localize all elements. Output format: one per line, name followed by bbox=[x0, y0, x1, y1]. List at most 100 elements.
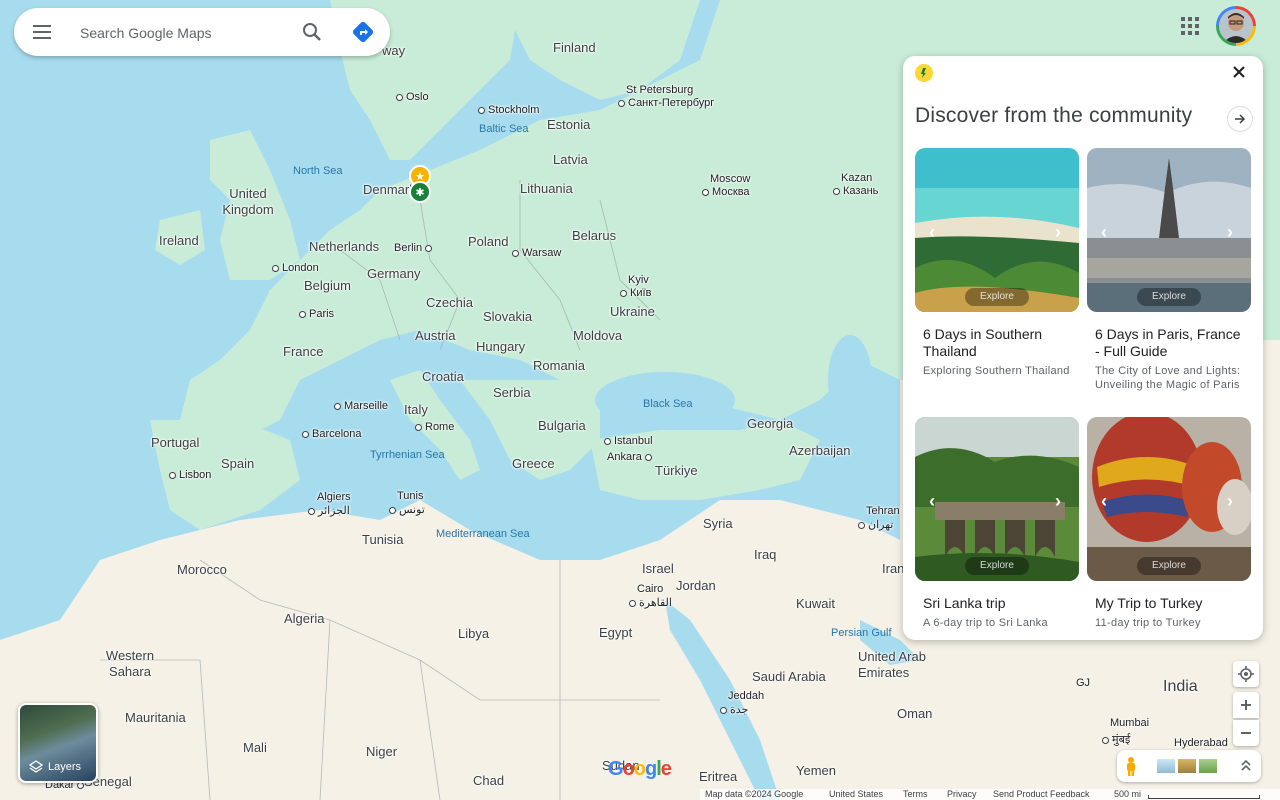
prev-image-icon[interactable]: ‹ bbox=[1101, 222, 1107, 243]
traffic-thumbnail[interactable] bbox=[1199, 759, 1217, 773]
guide-card[interactable]: ‹ › Explore 6 Days in Paris, France - Fu… bbox=[1087, 148, 1251, 392]
city-label: جدة bbox=[720, 703, 748, 716]
zoom-in-button[interactable] bbox=[1233, 692, 1259, 718]
city-label: Ankara bbox=[607, 451, 655, 463]
apps-grid-icon[interactable] bbox=[1181, 17, 1199, 35]
my-location-icon bbox=[1238, 666, 1254, 682]
close-icon[interactable] bbox=[1231, 64, 1247, 80]
panel-next-button[interactable] bbox=[1227, 106, 1253, 132]
guide-card-title: 6 Days in Paris, France - Full Guide bbox=[1095, 326, 1241, 359]
country-label: Yemen bbox=[796, 763, 836, 778]
country-label: Ireland bbox=[159, 233, 199, 248]
guide-card-title: My Trip to Turkey bbox=[1095, 595, 1203, 611]
zoom-out-button[interactable] bbox=[1233, 720, 1259, 746]
privacy-link[interactable]: Privacy bbox=[947, 789, 977, 799]
plus-icon bbox=[1241, 700, 1251, 710]
satellite-thumbnail[interactable] bbox=[1178, 759, 1196, 773]
city-label: Algiers bbox=[317, 491, 351, 503]
map-data-text: Map data ©2024 Google bbox=[705, 789, 804, 799]
country-label: Libya bbox=[458, 626, 490, 641]
next-image-icon[interactable]: › bbox=[1227, 222, 1233, 243]
country-label: Spain bbox=[221, 456, 255, 471]
country-label: Poland bbox=[468, 234, 509, 249]
prev-image-icon[interactable]: ‹ bbox=[929, 222, 935, 243]
prev-image-icon[interactable]: ‹ bbox=[929, 491, 935, 512]
terms-link[interactable]: Terms bbox=[903, 789, 928, 799]
guide-card[interactable]: ‹ › Explore Sri Lanka trip A 6-day trip … bbox=[915, 417, 1079, 630]
city-label: Oslo bbox=[396, 91, 429, 103]
city-label: Rome bbox=[415, 421, 454, 433]
scale-label[interactable]: 500 mi bbox=[1114, 789, 1141, 799]
country-label: Kuwait bbox=[796, 596, 836, 611]
country-label: Jordan bbox=[676, 578, 716, 593]
next-image-icon[interactable]: › bbox=[1227, 491, 1233, 512]
city-label: Казань bbox=[833, 185, 878, 197]
city-label: Warsaw bbox=[512, 247, 561, 259]
city-label: الجزائر bbox=[308, 504, 350, 517]
country-label: Saudi Arabia bbox=[752, 669, 826, 684]
country-label: India bbox=[1163, 678, 1198, 695]
menu-icon[interactable] bbox=[32, 24, 52, 40]
city-label: Lisbon bbox=[169, 469, 211, 481]
prev-image-icon[interactable]: ‹ bbox=[1101, 491, 1107, 512]
guide-card[interactable]: ‹ › Explore My Trip to Turkey 11-day tri… bbox=[1087, 417, 1251, 630]
country-label: Iran bbox=[882, 561, 905, 576]
guide-card[interactable]: ‹ › Explore 6 Days in Southern Thailand … bbox=[915, 148, 1079, 378]
city-label: Marseille bbox=[334, 400, 388, 412]
explore-badge[interactable]: Explore bbox=[965, 557, 1029, 575]
country-label: Portugal bbox=[151, 435, 200, 450]
country-label: Algeria bbox=[284, 611, 325, 626]
minus-icon bbox=[1241, 732, 1251, 734]
search-input[interactable] bbox=[78, 18, 292, 48]
guide-card-description: Exploring Southern Thailand bbox=[923, 365, 1070, 377]
explore-badge[interactable]: Explore bbox=[1137, 288, 1201, 306]
sea-label: Persian Gulf bbox=[831, 627, 892, 639]
country-label: Greece bbox=[512, 456, 555, 471]
city-label: Kazan bbox=[841, 172, 873, 184]
country-label: Azerbaijan bbox=[789, 443, 851, 458]
guide-card-title: Sri Lanka trip bbox=[923, 595, 1006, 611]
explore-badge[interactable]: Explore bbox=[1137, 557, 1201, 575]
country-label: Iraq bbox=[754, 547, 777, 562]
region-link[interactable]: United States bbox=[829, 789, 883, 799]
city-label: Jeddah bbox=[728, 690, 765, 702]
community-logo-icon bbox=[915, 64, 933, 82]
search-icon[interactable] bbox=[302, 22, 322, 42]
country-label: Serbia bbox=[493, 385, 531, 400]
city-label: Berlin bbox=[394, 242, 435, 254]
guide-card-image: ‹ › Explore bbox=[1087, 417, 1251, 581]
explore-badge[interactable]: Explore bbox=[965, 288, 1029, 306]
country-label: Mali bbox=[243, 740, 267, 755]
arrow-right-icon bbox=[1235, 114, 1246, 124]
country-label: Western Sahara bbox=[105, 648, 155, 679]
city-label: القاهرة bbox=[629, 596, 672, 609]
country-label: Czechia bbox=[426, 295, 473, 310]
country-label: Türkiye bbox=[655, 463, 698, 478]
discover-panel: Discover from the community ‹ › Explore … bbox=[903, 56, 1263, 640]
feedback-link[interactable]: Send Product Feedback bbox=[993, 789, 1090, 799]
map-type-strip bbox=[1117, 750, 1261, 782]
avatar[interactable] bbox=[1216, 6, 1256, 46]
expand-up-icon[interactable] bbox=[1239, 758, 1253, 774]
country-label: Latvia bbox=[553, 152, 588, 167]
pegman-icon[interactable] bbox=[1123, 756, 1139, 776]
guide-card-image: ‹ › Explore bbox=[915, 417, 1079, 581]
terrain-thumbnail[interactable] bbox=[1157, 759, 1175, 773]
next-image-icon[interactable]: › bbox=[1055, 222, 1061, 243]
country-label: Ukraine bbox=[610, 304, 655, 319]
my-location-button[interactable] bbox=[1233, 661, 1259, 687]
city-label: Cairo bbox=[637, 583, 664, 595]
country-label: United Arab Emirates bbox=[858, 649, 926, 680]
country-label: Eritrea bbox=[699, 769, 738, 784]
layers-button[interactable]: Layers bbox=[18, 703, 98, 783]
guide-card-image: ‹ › Explore bbox=[1087, 148, 1251, 312]
map-pin-starred[interactable]: ★ ✱ bbox=[407, 165, 433, 205]
directions-icon[interactable] bbox=[351, 20, 375, 44]
country-label: Croatia bbox=[422, 369, 464, 384]
panel-title: Discover from the community bbox=[915, 104, 1193, 127]
country-label: France bbox=[283, 344, 324, 359]
city-label: Barcelona bbox=[302, 428, 362, 440]
next-image-icon[interactable]: › bbox=[1055, 491, 1061, 512]
country-label: Israel bbox=[642, 561, 674, 576]
city-label: Mumbai bbox=[1110, 717, 1150, 729]
